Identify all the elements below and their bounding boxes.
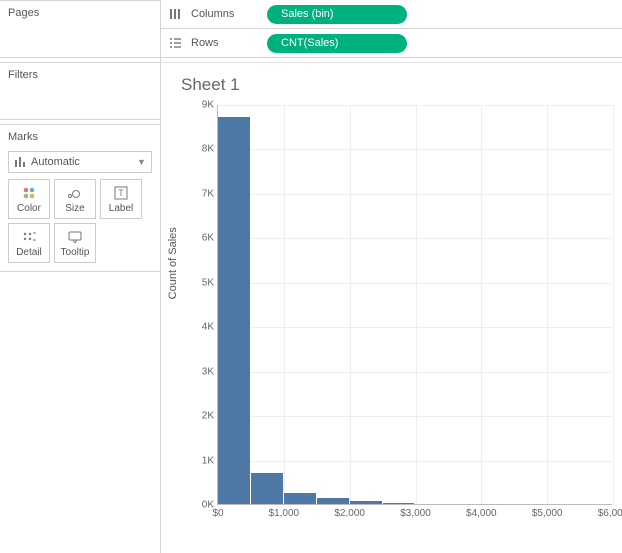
columns-pill[interactable]: Sales (bin) [267,5,407,24]
gridline-v [481,105,482,504]
gridline-v [350,105,351,504]
detail-button[interactable]: Detail [8,223,50,263]
y-tick-label: 4K [202,322,218,333]
label-label: Label [109,203,133,214]
bar[interactable] [218,117,250,504]
tooltip-icon [68,229,82,245]
x-tick-label: $0 [212,504,223,519]
y-tick-label: 1K [202,455,218,466]
y-tick-label: 8K [202,144,218,155]
y-tick-label: 6K [202,233,218,244]
svg-text:T: T [118,188,124,198]
rows-icon [167,37,183,49]
gridline-v [547,105,548,504]
side-panel: Pages Filters Marks Automatic ▼ Color [0,0,161,553]
plot-area[interactable]: 0K1K2K3K4K5K6K7K8K9K$0$1,000$2,000$3,000… [217,105,612,505]
y-axis-title[interactable]: Count of Sales [167,227,179,299]
tooltip-label: Tooltip [61,247,90,258]
y-tick-label: 2K [202,411,218,422]
y-tick-label: 9K [202,100,218,111]
x-tick-label: $5,000 [532,504,563,519]
gridline-v [613,105,614,504]
label-icon: T [114,185,128,201]
marks-card: Marks Automatic ▼ Color [0,124,160,272]
bar[interactable] [251,473,283,504]
x-tick-label: $1,000 [269,504,300,519]
columns-pill-text: Sales (bin) [281,8,334,20]
bar[interactable] [350,501,382,504]
main-area: Columns Sales (bin) Rows CNT(Sales) Shee… [161,0,622,553]
gridline-v [284,105,285,504]
columns-icon [167,8,183,20]
y-tick-label: 5K [202,277,218,288]
pages-card[interactable]: Pages [0,0,160,58]
rows-shelf[interactable]: Rows CNT(Sales) [161,29,622,58]
rows-pill-text: CNT(Sales) [281,37,338,49]
filters-card[interactable]: Filters [0,62,160,120]
bar[interactable] [317,498,349,504]
chart: Count of Sales 0K1K2K3K4K5K6K7K8K9K$0$1,… [171,101,612,541]
pages-title: Pages [0,1,160,25]
x-tick-label: $6,000 [598,504,622,519]
label-button[interactable]: T Label [100,179,142,219]
tooltip-button[interactable]: Tooltip [54,223,96,263]
size-button[interactable]: Size [54,179,96,219]
y-tick-label: 3K [202,366,218,377]
size-icon [67,185,83,201]
automatic-icon [13,156,27,168]
color-icon [22,185,36,201]
rows-label: Rows [191,37,259,49]
x-tick-label: $3,000 [400,504,431,519]
bar[interactable] [284,493,316,504]
detail-label: Detail [16,247,42,258]
gridline-v [416,105,417,504]
color-label: Color [17,203,41,214]
rows-pill[interactable]: CNT(Sales) [267,34,407,53]
mark-type-dropdown[interactable]: Automatic ▼ [8,151,152,173]
mark-type-label: Automatic [27,156,137,168]
x-tick-label: $4,000 [466,504,497,519]
mark-buttons-grid: Color Size T Label [0,179,160,271]
x-tick-label: $2,000 [334,504,365,519]
marks-title: Marks [0,125,160,149]
size-label: Size [65,203,84,214]
viz-area: Sheet 1 Count of Sales 0K1K2K3K4K5K6K7K8… [161,62,622,553]
sheet-title[interactable]: Sheet 1 [181,75,612,95]
filters-title: Filters [0,63,160,87]
color-button[interactable]: Color [8,179,50,219]
chevron-down-icon: ▼ [137,157,147,167]
bar[interactable] [383,503,415,504]
columns-shelf[interactable]: Columns Sales (bin) [161,0,622,29]
detail-icon [22,229,36,245]
columns-label: Columns [191,8,259,20]
y-tick-label: 7K [202,188,218,199]
